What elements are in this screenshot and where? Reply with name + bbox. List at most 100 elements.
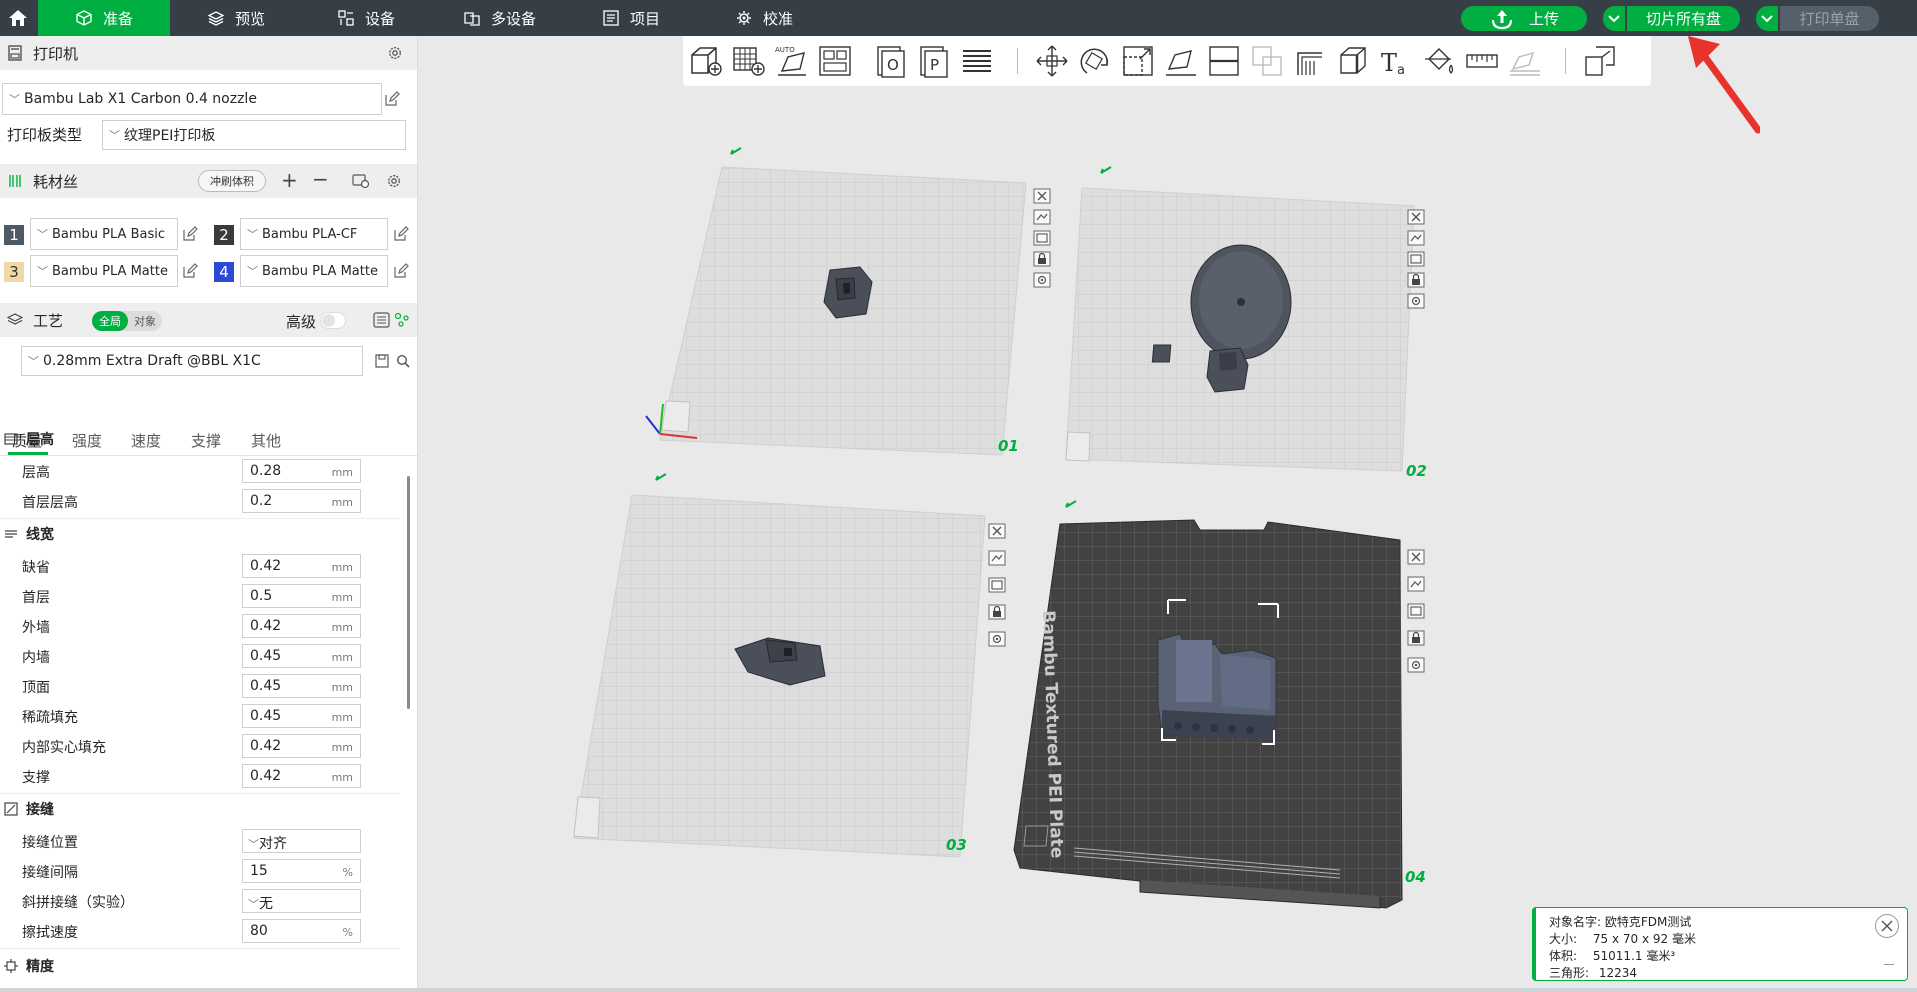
edit-icon[interactable] bbox=[393, 226, 409, 242]
print-single-button[interactable]: 打印单盘 bbox=[1780, 6, 1879, 31]
toggle-object[interactable]: 对象 bbox=[128, 311, 162, 331]
sync-icon[interactable] bbox=[352, 173, 370, 189]
orient-plate-icon[interactable] bbox=[986, 575, 1008, 595]
add-filament-icon[interactable]: + bbox=[281, 168, 298, 192]
subtab-support[interactable]: 支撑 bbox=[191, 430, 221, 451]
upload-button[interactable]: 上传 bbox=[1461, 6, 1587, 31]
save-icon[interactable] bbox=[375, 354, 389, 368]
close-icon[interactable] bbox=[986, 521, 1008, 541]
tab-project[interactable]: 项目 bbox=[602, 0, 660, 36]
orient-plate-icon[interactable] bbox=[1405, 249, 1427, 269]
filament-select-4[interactable]: ﹀ Bambu PLA Matte bbox=[240, 255, 388, 287]
subtab-others[interactable]: 其他 bbox=[251, 430, 281, 451]
color-paint-icon[interactable] bbox=[1421, 43, 1457, 79]
split-objects-icon[interactable]: O bbox=[873, 43, 909, 79]
return-to-assembly-icon[interactable] bbox=[1582, 43, 1618, 79]
cut-icon[interactable] bbox=[1206, 43, 1242, 79]
plate-1-model[interactable] bbox=[823, 266, 873, 319]
slice-dropdown-button[interactable] bbox=[1603, 6, 1625, 31]
plate-settings-icon[interactable] bbox=[1405, 291, 1427, 311]
plate-settings-icon[interactable] bbox=[1031, 270, 1053, 290]
subtab-speed[interactable]: 速度 bbox=[131, 430, 161, 451]
tab-device[interactable]: 设备 bbox=[337, 0, 395, 36]
arrange-plate-icon[interactable] bbox=[1031, 207, 1053, 227]
param-input[interactable]: 0.28 mm bbox=[242, 459, 361, 483]
plate-2-model[interactable] bbox=[1151, 244, 1292, 393]
auto-orient-icon[interactable]: AUTO bbox=[774, 43, 810, 79]
arrange-plate-icon[interactable] bbox=[1405, 574, 1427, 594]
plate-2[interactable] bbox=[1065, 166, 1415, 472]
plate-4-edit-icon[interactable] bbox=[1065, 500, 1077, 508]
subtab-strength[interactable]: 强度 bbox=[72, 430, 102, 451]
add-plate-icon[interactable] bbox=[731, 43, 767, 79]
text-icon[interactable]: Ta bbox=[1378, 43, 1414, 79]
param-input[interactable]: 0.45 mm bbox=[242, 704, 361, 728]
arrange-plate-icon[interactable] bbox=[986, 548, 1008, 568]
plate-3[interactable] bbox=[573, 473, 986, 858]
flush-volume-button[interactable]: 冲刷体积 bbox=[198, 170, 266, 192]
orient-plate-icon[interactable] bbox=[1031, 228, 1053, 248]
rotate-icon[interactable] bbox=[1077, 43, 1113, 79]
boolean-icon[interactable] bbox=[1249, 43, 1285, 79]
seam-paint-icon[interactable] bbox=[1335, 43, 1371, 79]
assembly-icon[interactable] bbox=[1507, 43, 1543, 79]
lock-icon[interactable] bbox=[1405, 628, 1427, 648]
edit-icon[interactable] bbox=[182, 226, 198, 242]
remove-filament-icon[interactable]: − bbox=[312, 167, 329, 191]
advanced-toggle[interactable] bbox=[320, 312, 346, 329]
close-button[interactable] bbox=[1875, 914, 1899, 938]
move-icon[interactable] bbox=[1034, 43, 1070, 79]
global-object-toggle[interactable]: 全局 对象 bbox=[92, 311, 162, 331]
tab-preview[interactable]: 预览 bbox=[207, 0, 265, 36]
param-select[interactable]: ﹀对齐 bbox=[242, 829, 361, 853]
arrange-icon[interactable] bbox=[817, 43, 853, 79]
lay-on-face-icon[interactable] bbox=[1163, 43, 1199, 79]
plate-type-select[interactable]: ﹀ 纹理PEI打印板 bbox=[102, 120, 406, 150]
edit-icon[interactable] bbox=[393, 263, 409, 279]
slice-all-button[interactable]: 切片所有盘 bbox=[1627, 6, 1740, 31]
lock-icon[interactable] bbox=[1031, 249, 1053, 269]
plate-1-edit-icon[interactable] bbox=[730, 147, 742, 155]
arrange-plate-icon[interactable] bbox=[1405, 228, 1427, 248]
tab-prepare[interactable]: 准备 bbox=[38, 0, 170, 36]
support-paint-icon[interactable] bbox=[1292, 43, 1328, 79]
list-view-icon[interactable] bbox=[373, 312, 391, 328]
close-icon[interactable] bbox=[1031, 186, 1053, 206]
gear-icon[interactable] bbox=[387, 45, 403, 61]
plate-settings-icon[interactable] bbox=[986, 629, 1008, 649]
process-preset-select[interactable]: ﹀ 0.28mm Extra Draft @BBL X1C bbox=[21, 346, 363, 376]
edit-icon[interactable] bbox=[384, 91, 400, 107]
param-input[interactable]: 15% bbox=[242, 859, 361, 883]
close-icon[interactable] bbox=[1405, 547, 1427, 567]
add-cube-icon[interactable] bbox=[688, 43, 724, 79]
param-input[interactable]: 0.42 mm bbox=[242, 614, 361, 638]
param-select[interactable]: ﹀无 bbox=[242, 889, 361, 913]
gear-icon[interactable] bbox=[386, 173, 402, 189]
measure-icon[interactable] bbox=[1464, 43, 1500, 79]
plate-4[interactable] bbox=[1013, 500, 1403, 909]
plate-3-model[interactable] bbox=[734, 637, 826, 686]
search-icon[interactable] bbox=[396, 354, 410, 368]
filament-select-2[interactable]: ﹀ Bambu PLA-CF bbox=[240, 218, 388, 250]
tab-multi-device[interactable]: 多设备 bbox=[463, 0, 536, 36]
scrollbar-thumb[interactable] bbox=[407, 476, 410, 709]
param-input[interactable]: 0.45 mm bbox=[242, 674, 361, 698]
plate-3-edit-icon[interactable] bbox=[655, 473, 667, 481]
home-button[interactable] bbox=[0, 0, 36, 36]
param-input[interactable]: 0.42 mm bbox=[242, 734, 361, 758]
printer-select[interactable]: ﹀ Bambu Lab X1 Carbon 0.4 nozzle bbox=[2, 83, 382, 115]
plate-settings-icon[interactable] bbox=[1405, 655, 1427, 675]
minimize-icon[interactable] bbox=[1884, 964, 1894, 965]
param-input[interactable]: 0.42 mm bbox=[242, 554, 361, 578]
lock-icon[interactable] bbox=[1405, 270, 1427, 290]
filament-select-1[interactable]: ﹀ Bambu PLA Basic bbox=[30, 218, 178, 250]
param-input[interactable]: 80% bbox=[242, 919, 361, 943]
edit-icon[interactable] bbox=[182, 263, 198, 279]
param-input[interactable]: 0.2 mm bbox=[242, 489, 361, 513]
param-input[interactable]: 0.5 mm bbox=[242, 584, 361, 608]
param-input[interactable]: 0.45 mm bbox=[242, 644, 361, 668]
object-tree-icon[interactable] bbox=[394, 312, 410, 328]
variable-layer-height-icon[interactable] bbox=[959, 43, 995, 79]
print-dropdown-button[interactable] bbox=[1756, 6, 1778, 31]
plate-2-edit-icon[interactable] bbox=[1100, 166, 1112, 174]
